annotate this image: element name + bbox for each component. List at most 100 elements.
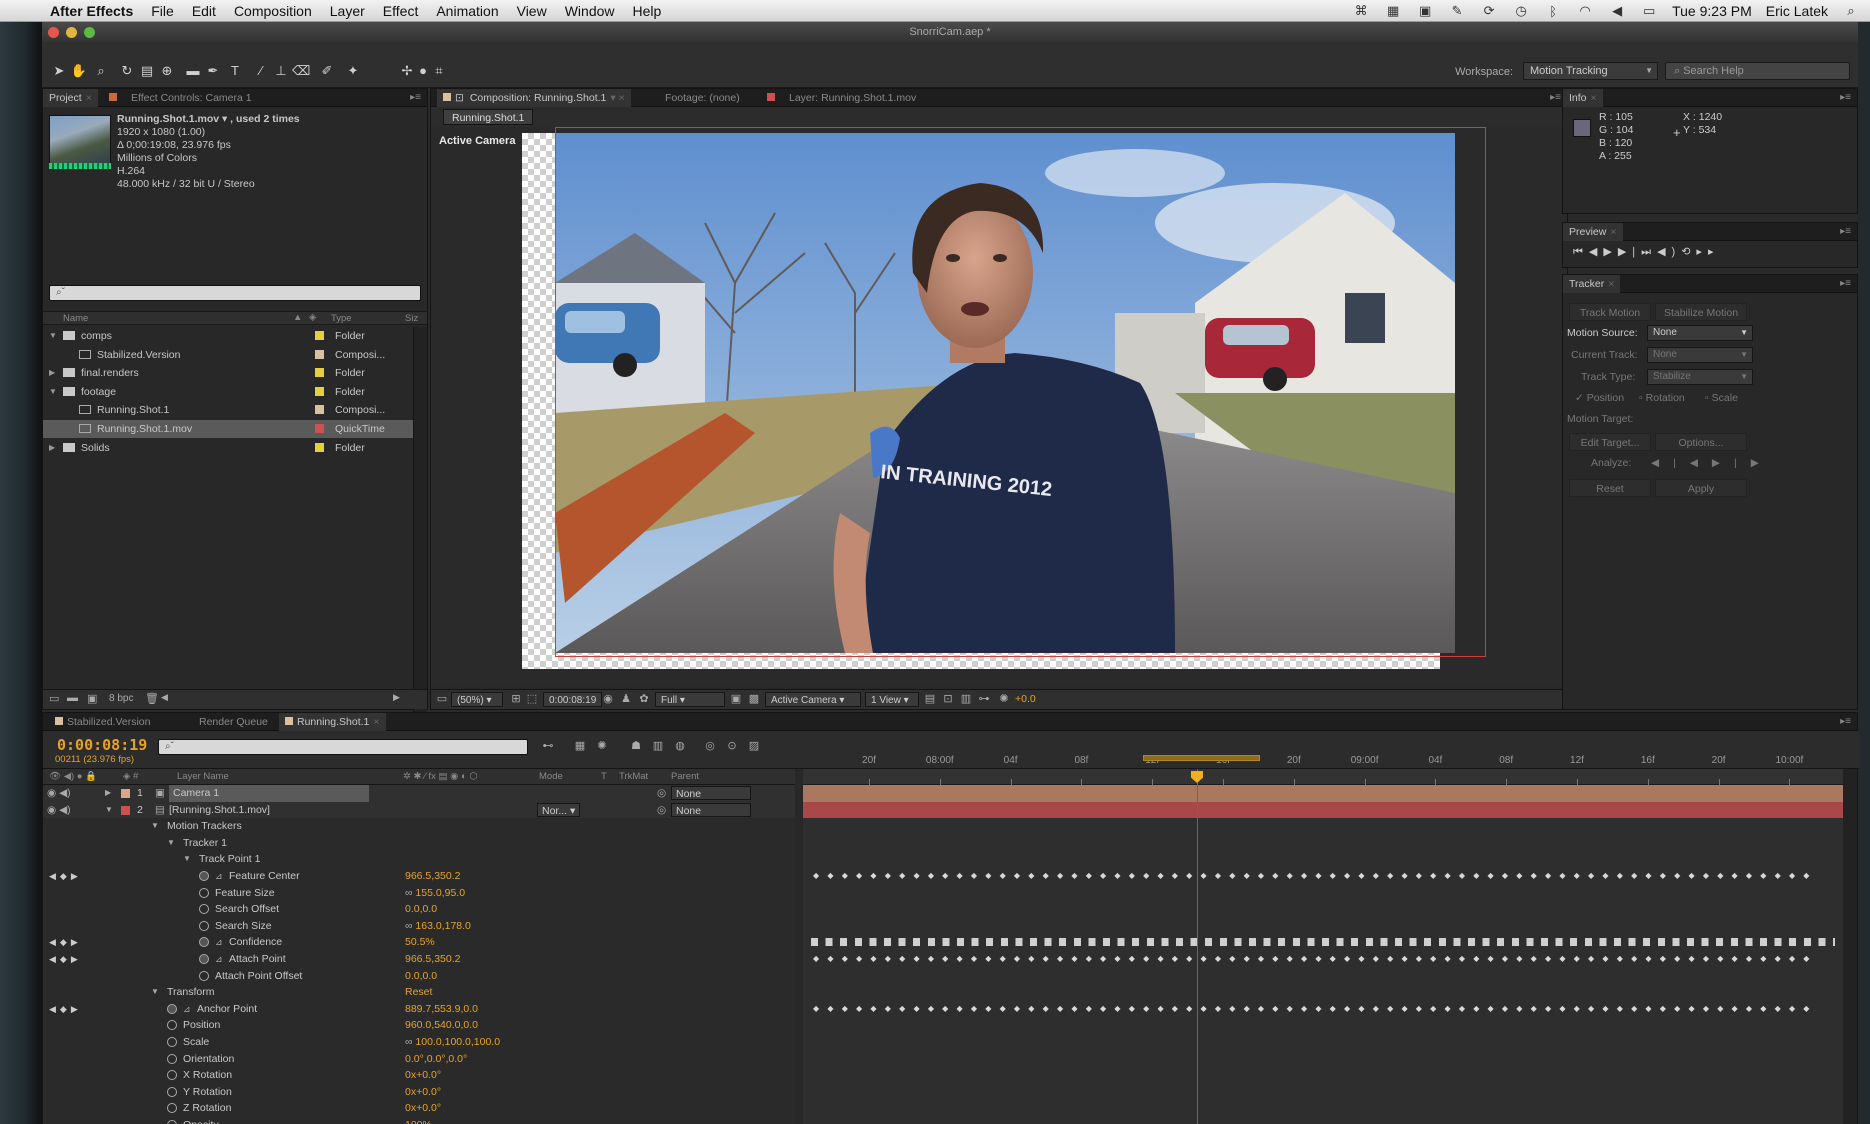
exposure-reset-icon[interactable]: ✺ [997,692,1011,706]
ram-preview-icon[interactable]: ▸▸ [1696,246,1719,258]
project-row[interactable]: Stabilized.Version Composi... [43,346,413,364]
property-value[interactable]: 889.7,553.9,0.0 [405,1001,478,1018]
label-column-icon[interactable]: ◈ [309,312,316,323]
label-color-swatch[interactable] [315,442,324,452]
resolution-dropdown[interactable]: Full ▾ [655,692,725,707]
property-row[interactable]: ◀◆▶ ⊿ Confidence 50.5% [43,934,795,951]
column-mode[interactable]: Mode [539,771,563,782]
live-update-icon[interactable]: ▦ [573,739,587,753]
property-row[interactable]: Y Rotation 0x+0.0° [43,1084,795,1101]
parent-dropdown[interactable]: None [671,802,751,817]
track-motion-button[interactable]: Track Motion [1569,303,1651,321]
stopwatch-icon[interactable] [167,1070,177,1081]
property-row[interactable]: Position 960.0,540.0,0.0 [43,1017,795,1034]
always-preview-icon[interactable]: ▭ [435,692,449,706]
property-value[interactable]: 0.0,0.0 [405,968,437,985]
keyframe-track[interactable]: ◆◆◆◆◆◆◆◆◆◆◆◆◆◆◆◆◆◆◆◆◆◆◆◆◆◆◆◆◆◆◆◆◆◆◆◆◆◆◆◆… [803,1001,1843,1018]
menu-view[interactable]: View [508,3,556,19]
loop-icon[interactable]: ⟲ [1681,246,1696,258]
composition-viewer[interactable]: Active Camera IN TRAINING 2012 [431,127,1567,687]
label-color-swatch[interactable] [315,386,324,396]
analyze-backward-icon[interactable]: ◀ [1690,457,1712,469]
time-machine-icon[interactable]: ◷ [1512,3,1530,19]
close-tab-icon[interactable]: × [373,716,379,728]
label-color-swatch[interactable] [315,331,324,340]
app-name-menu[interactable]: After Effects [40,3,142,19]
work-area-bar[interactable] [1143,755,1260,761]
stopwatch-icon[interactable] [167,1020,177,1031]
property-value[interactable]: 960.0,540.0,0.0 [405,1017,478,1034]
auto-keyframe-icon[interactable]: ⊙ [725,739,739,753]
stopwatch-icon[interactable] [199,954,209,964]
panel-menu-icon[interactable]: ▸≡ [1840,92,1851,103]
workspace-dropdown[interactable]: Motion Tracking ▼ [1523,62,1658,80]
twirl-icon[interactable]: ▶ [105,785,111,802]
apply-button[interactable]: Apply [1655,479,1747,497]
keyframe-diamonds[interactable]: ◆◆◆◆◆◆◆◆◆◆◆◆◆◆◆◆◆◆◆◆◆◆◆◆◆◆◆◆◆◆◆◆◆◆◆◆◆◆◆◆… [813,951,1833,968]
project-search-input[interactable]: ⌕ˇ [49,285,421,301]
pickwhip-icon[interactable]: ◎ [657,785,666,802]
tab-project[interactable]: Project × [43,89,98,107]
playhead-line[interactable] [1197,769,1198,1124]
label-color-swatch[interactable] [315,368,324,378]
close-tab-icon[interactable]: × [1610,226,1616,238]
property-row[interactable]: ▼ Motion Trackers [43,818,795,835]
property-value[interactable]: ∞ 163.0,178.0 [405,918,471,935]
layer-duration-bar[interactable] [803,801,1843,819]
property-row[interactable]: Orientation 0.0°,0.0°,0.0° [43,1051,795,1068]
tab-footage[interactable]: Footage: (none) [659,89,746,107]
tab-running-shot[interactable]: Running.Shot.1 × [279,713,386,731]
zoom-window-button[interactable] [84,27,95,38]
property-value[interactable]: 966.5,350.2 [405,868,460,885]
options-button[interactable]: Options... [1655,433,1747,451]
layer-label-swatch[interactable] [121,805,130,815]
keyframe-track[interactable]: ◆◆◆◆◆◆◆◆◆◆◆◆◆◆◆◆◆◆◆◆◆◆◆◆◆◆◆◆◆◆◆◆◆◆◆◆◆◆◆◆… [803,951,1843,968]
blend-mode-dropdown[interactable]: Nor... ▾ [537,802,581,817]
property-value[interactable]: 100% [405,1117,432,1124]
tab-preview[interactable]: Preview × [1563,223,1623,241]
property-value[interactable]: ∞ 100.0,100.0,100.0 [405,1034,500,1051]
panel-menu-icon[interactable]: ▸≡ [1550,92,1561,103]
menu-help[interactable]: Help [624,3,671,19]
scroll-left-icon[interactable]: ◀ [161,692,168,703]
property-value[interactable]: 0.0°,0.0°,0.0° [405,1051,467,1068]
last-frame-icon[interactable]: ⏭ [1641,246,1657,258]
interpret-footage-icon[interactable]: ▭ [49,692,59,705]
parent-dropdown[interactable]: None [671,786,751,800]
menu-file[interactable]: File [142,3,183,19]
tab-effect-controls[interactable]: Effect Controls: Camera 1 [103,89,258,107]
rectangle-tool-icon[interactable]: ▬ [184,62,202,80]
analyze-back-frame-icon[interactable]: ◀| [1651,457,1690,469]
analyze-forward-icon[interactable]: ▶ [1712,457,1734,469]
pen-tool-icon[interactable]: ✒ [204,62,222,80]
analyze-forward-frame-icon[interactable]: |▶ [1734,457,1773,469]
stopwatch-icon[interactable] [167,1003,177,1014]
menu-window[interactable]: Window [556,3,624,19]
timeline-search-input[interactable]: ⌕ˇ [158,739,528,755]
puppet-pin-tool-icon[interactable]: ✦ [344,62,362,80]
selected-item-name[interactable]: Running.Shot.1.mov ▾ , used 2 times [117,113,300,126]
property-value[interactable]: 0x+0.0° [405,1067,441,1084]
av-features-icon[interactable]: 👁 ◀) ● 🔒 [49,771,97,782]
pickwhip-icon[interactable]: ◎ [657,802,666,819]
battery-icon[interactable]: ▭ [1640,3,1658,19]
property-value[interactable]: 0x+0.0° [405,1100,441,1117]
project-row[interactable]: ▶ Solids Folder [43,439,413,457]
spotlight-icon[interactable]: ⌕ [1842,3,1860,19]
column-size[interactable]: Siz [405,313,418,324]
scroll-right-icon[interactable]: ▶ [393,692,400,703]
label-column-icon[interactable]: ◈ # [123,771,138,782]
property-row[interactable]: X Rotation 0x+0.0° [43,1067,795,1084]
disclosure-triangle-icon[interactable]: ▶ [49,439,55,457]
frame-blending-icon[interactable]: ▥ [651,739,665,753]
property-value[interactable]: ∞ 155.0,95.0 [405,885,465,902]
property-row[interactable]: ◀◆▶ ⊿ Anchor Point 889.7,553.9,0.0 [43,1001,795,1018]
column-name[interactable]: Name [63,313,88,324]
channel-icon[interactable]: ✿ [637,692,651,706]
selection-tool-icon[interactable]: ➤ [50,62,68,80]
twirl-icon[interactable]: ▼ [105,802,113,819]
toggle-pixel-aspect-icon[interactable]: ▤ [923,692,937,706]
view-layout-dropdown[interactable]: 1 View ▾ [865,692,919,707]
stopwatch-icon[interactable] [199,904,209,915]
disclosure-triangle-icon[interactable]: ▼ [49,327,57,345]
